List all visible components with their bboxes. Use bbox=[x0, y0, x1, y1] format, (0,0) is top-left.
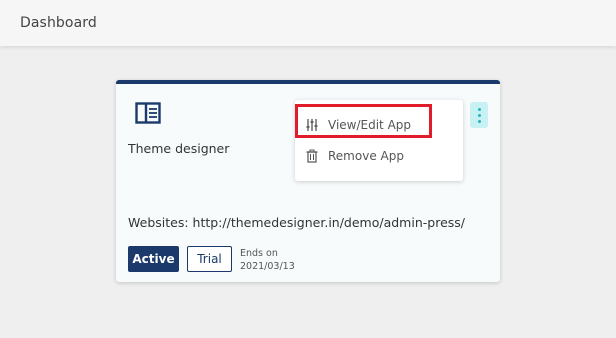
kebab-dot bbox=[477, 113, 481, 117]
expiry-info: Ends on 2021/03/13 bbox=[240, 247, 295, 273]
app-card: Theme designer View/Edit App Remove App … bbox=[116, 80, 500, 282]
websites-text: Websites: http://themedesigner.in/demo/a… bbox=[128, 215, 465, 230]
page-title: Dashboard bbox=[20, 15, 97, 31]
ends-date: 2021/03/13 bbox=[240, 261, 295, 272]
kebab-dot bbox=[477, 107, 481, 111]
view-edit-app-label: View/Edit App bbox=[328, 118, 412, 132]
kebab-dot bbox=[477, 119, 481, 123]
status-badge: Active bbox=[128, 246, 179, 272]
sliders-icon bbox=[306, 119, 318, 131]
plan-badge: Trial bbox=[187, 246, 232, 272]
remove-app-menu-item[interactable]: Remove App bbox=[295, 141, 463, 171]
ends-label: Ends on bbox=[240, 248, 278, 259]
panel-layout-icon bbox=[135, 102, 161, 124]
trash-icon bbox=[306, 149, 318, 163]
app-name: Theme designer bbox=[128, 141, 230, 156]
app-actions-menu: View/Edit App Remove App bbox=[295, 100, 463, 181]
more-options-button[interactable] bbox=[470, 102, 488, 128]
remove-app-label: Remove App bbox=[328, 149, 404, 163]
top-bar: Dashboard bbox=[0, 0, 616, 46]
view-edit-app-menu-item[interactable]: View/Edit App bbox=[295, 110, 463, 140]
